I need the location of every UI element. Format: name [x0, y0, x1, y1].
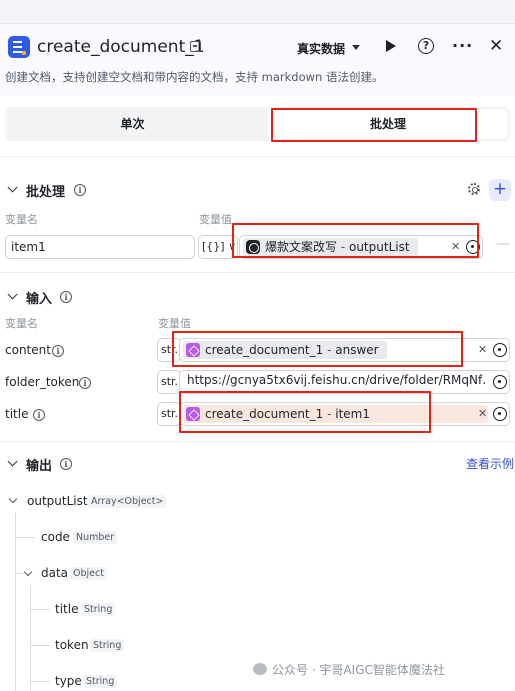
folder-token-input[interactable]: https://gcnya5tx6vij.feishu.cn/drive/fol… — [179, 370, 510, 394]
divider — [0, 156, 515, 157]
doc-app-icon — [8, 36, 30, 58]
target-icon[interactable] — [493, 407, 507, 421]
node-title[interactable]: create_document_1 — [37, 37, 205, 57]
input-col-value: 变量值 — [158, 317, 191, 330]
input-label-title: title — [5, 407, 29, 421]
chevron-down-icon[interactable] — [8, 494, 18, 504]
clear-icon[interactable]: ✕ — [451, 240, 460, 253]
output-field-type: Number — [73, 531, 118, 544]
tree-line — [30, 585, 31, 691]
info-icon: i — [74, 184, 86, 196]
output-field-name: token — [55, 638, 89, 652]
chevron-down-icon[interactable] — [7, 289, 18, 300]
clear-icon[interactable]: ✕ — [478, 407, 487, 420]
output-section-title: 输出 — [26, 459, 53, 474]
output-field-name: title — [55, 602, 79, 616]
output-field-type: Array<Object> — [88, 495, 167, 508]
node-icon — [246, 240, 260, 254]
output-field-name: data — [41, 566, 69, 580]
tree-line — [15, 573, 23, 574]
content-value[interactable]: create_document_1 - answer ✕ — [179, 338, 510, 362]
batch-variable-name-input[interactable]: item1 — [5, 235, 195, 259]
batch-type-select[interactable]: [{}] ∨ — [198, 235, 238, 259]
remove-batch-variable-button[interactable]: — — [496, 236, 510, 252]
help-icon[interactable]: ? — [418, 38, 434, 54]
batch-col-name: 变量名 — [5, 213, 38, 226]
folder-token-type-badge[interactable]: str. — [157, 370, 181, 394]
divider — [0, 441, 515, 442]
output-field-name: code — [41, 530, 70, 544]
output-field-type: String — [83, 675, 118, 688]
content-ref-chip[interactable]: create_document_1 - answer — [183, 341, 387, 359]
target-icon[interactable] — [493, 375, 507, 389]
output-field-type: String — [81, 603, 116, 616]
input-label-content: content — [5, 343, 51, 357]
batch-type-label: [{}] — [202, 240, 225, 253]
node-header: create_document_1 真实数据 ? ··· ✕ 创建文档，支持创建… — [0, 24, 515, 96]
divider — [0, 272, 515, 273]
tree-line — [15, 537, 35, 538]
info-icon: i — [79, 377, 91, 389]
batch-col-value: 变量值 — [199, 213, 232, 226]
close-icon[interactable]: ✕ — [489, 36, 503, 56]
info-icon: i — [60, 291, 72, 303]
tab-batch[interactable]: 批处理 — [268, 109, 508, 139]
target-icon[interactable] — [493, 343, 507, 357]
node-icon — [186, 407, 200, 421]
info-icon: i — [33, 409, 45, 421]
title-ref-chip[interactable]: create_document_1 - item1 — [183, 405, 488, 423]
clear-icon[interactable]: ✕ — [478, 343, 487, 356]
tag-icon[interactable] — [190, 41, 201, 52]
tree-line — [30, 609, 50, 610]
node-description: 创建文档，支持创建空文档和带内容的文档，支持 markdown 语法创建。 — [5, 70, 384, 84]
content-type-badge[interactable]: str. — [157, 338, 181, 362]
caret-down-icon[interactable] — [352, 45, 360, 50]
tree-line — [30, 681, 50, 682]
batch-section-title: 批处理 — [26, 185, 66, 200]
info-icon: i — [52, 345, 64, 357]
gear-icon[interactable] — [468, 183, 480, 195]
view-example-link[interactable]: 查看示例 — [466, 455, 514, 472]
batch-ref-chip[interactable]: 爆款文案改写 - outputList — [243, 238, 418, 256]
add-batch-variable-button[interactable]: + — [489, 179, 511, 201]
output-field-type: String — [90, 639, 125, 652]
chevron-down-icon[interactable] — [23, 567, 33, 577]
folder-token-value: https://gcnya5tx6vij.feishu.cn/drive/fol… — [187, 373, 487, 387]
tree-line — [30, 645, 50, 646]
info-icon: i — [60, 458, 72, 470]
output-field-type: Object — [70, 567, 107, 580]
mode-segmented-control: 单次 批处理 — [5, 107, 510, 141]
tree-line — [15, 513, 16, 691]
wechat-icon — [253, 663, 267, 675]
batch-variable-value[interactable]: 爆款文案改写 - outputList ✕ — [239, 235, 483, 259]
output-field-name: outputList — [27, 494, 88, 508]
chevron-down-icon[interactable] — [7, 182, 18, 193]
input-label-folder-token: folder_token — [5, 375, 80, 389]
node-icon — [186, 343, 200, 357]
title-type-badge[interactable]: str. — [157, 402, 181, 426]
title-value[interactable]: create_document_1 - item1 ✕ — [179, 402, 510, 426]
input-section-title: 输入 — [26, 292, 53, 307]
top-strip — [0, 0, 515, 24]
more-icon[interactable]: ··· — [452, 36, 473, 55]
input-col-name: 变量名 — [5, 317, 38, 330]
output-field-name: type — [55, 674, 82, 688]
data-mode-select[interactable]: 真实数据 — [297, 40, 345, 57]
play-icon[interactable] — [386, 40, 396, 52]
watermark: 公众号 · 宇哥AIGC智能体魔法社 — [272, 663, 445, 677]
target-icon[interactable] — [466, 240, 480, 254]
chevron-down-icon[interactable] — [7, 456, 18, 467]
tab-single[interactable]: 单次 — [5, 107, 260, 141]
